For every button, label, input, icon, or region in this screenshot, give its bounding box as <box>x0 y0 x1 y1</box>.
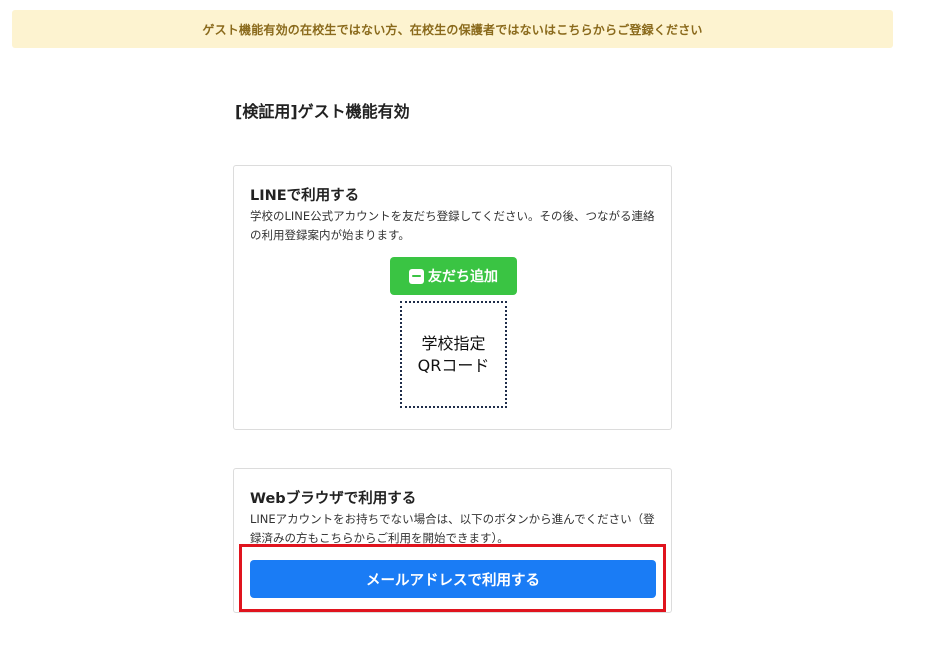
email-signup-button[interactable]: メールアドレスで利用する <box>250 560 656 598</box>
notice-banner-text: ゲスト機能有効の在校生ではない方、在校生の保護者ではないはこちらからご登録くださ… <box>202 22 703 37</box>
line-card-description: 学校のLINE公式アカウントを友だち登録してください。その後、つながる連絡の利用… <box>250 209 655 242</box>
add-friend-label: 友だち追加 <box>428 269 498 285</box>
qr-code-placeholder: 学校指定 QRコード <box>400 301 507 408</box>
page-title: [検証用]ゲスト機能有効 <box>235 102 410 121</box>
add-friend-button[interactable]: 友だち追加 <box>390 257 517 295</box>
web-card-description: LINEアカウントをお持ちでない場合は、以下のボタンから進んでください（登録済み… <box>250 512 655 545</box>
web-card-heading: Webブラウザで利用する <box>250 491 417 507</box>
line-card-heading: LINEで利用する <box>250 188 360 204</box>
line-icon <box>409 268 424 284</box>
email-signup-label: メールアドレスで利用する <box>366 572 540 589</box>
web-card: Webブラウザで利用する LINEアカウントをお持ちでない場合は、以下のボタンか… <box>233 468 672 613</box>
notice-banner[interactable]: ゲスト機能有効の在校生ではない方、在校生の保護者ではないはこちらからご登録くださ… <box>12 10 893 48</box>
line-card: LINEで利用する 学校のLINE公式アカウントを友だち登録してください。その後… <box>233 165 672 430</box>
